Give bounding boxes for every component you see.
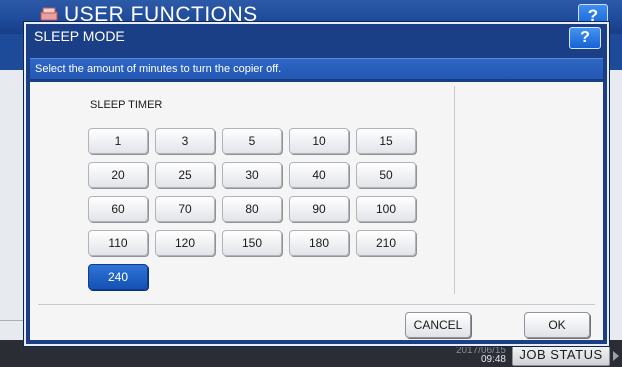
sleep-mode-dialog: SLEEP MODE ? Select the amount of minute… <box>24 22 609 346</box>
sleep-timer-button-60[interactable]: 60 <box>88 196 148 222</box>
arrow-right-icon <box>613 351 619 361</box>
background-panel-left <box>0 70 24 340</box>
sleep-timer-button-30[interactable]: 30 <box>222 162 282 188</box>
sleep-timer-button-150[interactable]: 150 <box>222 230 282 256</box>
sleep-timer-button-240[interactable]: 240 <box>88 264 148 290</box>
dialog-content: SLEEP TIMER 1 3 5 10 15 20 25 30 40 50 60 70 80 90 100… <box>30 82 603 340</box>
sleep-timer-button-90[interactable]: 90 <box>289 196 349 222</box>
job-status-label: JOB STATUS <box>519 347 603 362</box>
sleep-timer-button-50[interactable]: 50 <box>356 162 416 188</box>
sleep-timer-button-40[interactable]: 40 <box>289 162 349 188</box>
sleep-timer-button-15[interactable]: 15 <box>356 128 416 154</box>
time-text: 09:48 <box>480 354 506 365</box>
divider <box>0 320 24 321</box>
sleep-timer-button-3[interactable]: 3 <box>155 128 215 154</box>
sleep-timer-button-1[interactable]: 1 <box>88 128 148 154</box>
dialog-title: SLEEP MODE <box>34 28 125 44</box>
instruction-text: Select the amount of minutes to turn the… <box>30 58 603 80</box>
sleep-timer-button-70[interactable]: 70 <box>155 196 215 222</box>
cancel-button[interactable]: CANCEL <box>405 312 471 338</box>
sleep-timer-button-210[interactable]: 210 <box>356 230 416 256</box>
sleep-timer-button-110[interactable]: 110 <box>88 230 148 256</box>
sleep-timer-grid: 1 3 5 10 15 20 25 30 40 50 60 70 80 90 100 110 120 150 180… <box>88 128 428 298</box>
sleep-timer-button-20[interactable]: 20 <box>88 162 148 188</box>
ok-button[interactable]: OK <box>524 312 590 338</box>
sleep-timer-button-120[interactable]: 120 <box>155 230 215 256</box>
sleep-timer-button-10[interactable]: 10 <box>289 128 349 154</box>
sleep-timer-label: SLEEP TIMER <box>90 99 163 111</box>
clock: 2017/06/15 09:48 <box>440 346 506 365</box>
dialog-help-button[interactable]: ? <box>569 27 601 49</box>
vertical-divider <box>454 86 455 294</box>
sleep-timer-button-80[interactable]: 80 <box>222 196 282 222</box>
job-status-button[interactable]: JOB STATUS <box>512 344 619 366</box>
sleep-timer-button-100[interactable]: 100 <box>356 196 416 222</box>
sleep-timer-button-25[interactable]: 25 <box>155 162 215 188</box>
sleep-timer-button-5[interactable]: 5 <box>222 128 282 154</box>
machine-icon <box>40 7 58 21</box>
sleep-timer-button-180[interactable]: 180 <box>289 230 349 256</box>
horizontal-divider <box>38 304 595 305</box>
